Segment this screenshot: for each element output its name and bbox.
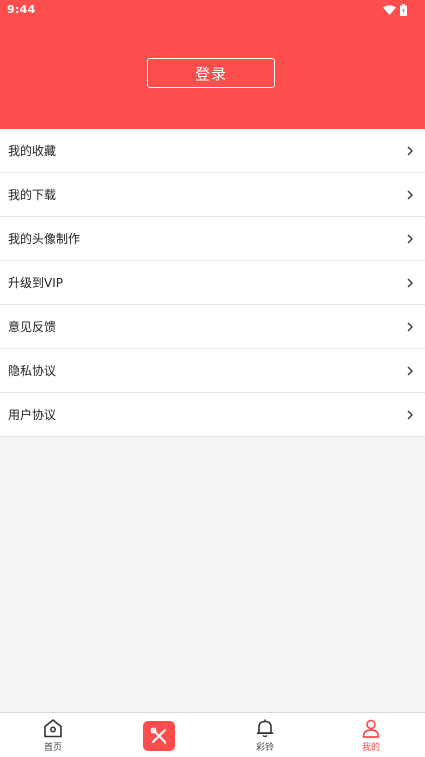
chevron-right-icon [403,320,417,334]
menu-item-label: 我的收藏 [8,144,57,158]
tab-label: 首页 [43,743,62,753]
menu-item-avatar-creation[interactable]: 我的头像制作 [0,217,425,261]
menu-item-privacy-policy[interactable]: 隐私协议 [0,349,425,393]
wifi-icon [383,4,396,15]
chevron-right-icon [403,188,417,202]
tab-label: 我的 [361,743,380,753]
menu-item-label: 我的头像制作 [8,232,81,246]
tab-home[interactable]: 首页 [0,713,106,757]
menu-item-user-agreement[interactable]: 用户协议 [0,393,425,437]
battery-icon [400,3,407,16]
menu-item-downloads[interactable]: 我的下载 [0,173,425,217]
profile-menu: 我的收藏 我的下载 我的头像制作 升级到VIP 意见反馈 隐私协议 用户协议 [0,129,425,437]
tab-mine[interactable]: 我的 [318,713,424,757]
menu-item-label: 意见反馈 [8,320,57,334]
status-bar: 9:44 [0,0,425,20]
bottom-tab-bar: 首页 彩铃 我的 [0,712,425,757]
menu-item-label: 隐私协议 [8,364,57,378]
chevron-right-icon [403,408,417,422]
menu-item-label: 升级到VIP [8,276,63,290]
bell-icon [256,719,274,738]
profile-header: 9:44 登录 [0,0,425,129]
user-icon [362,719,380,738]
chevron-right-icon [403,276,417,290]
menu-item-label: 用户协议 [8,408,57,422]
status-time: 9:44 [7,3,36,16]
login-button[interactable]: 登录 [147,58,275,88]
menu-item-upgrade-vip[interactable]: 升级到VIP [0,261,425,305]
menu-item-favorites[interactable]: 我的收藏 [0,129,425,173]
home-icon [44,719,62,738]
status-icons [383,3,407,16]
chevron-right-icon [403,364,417,378]
chevron-right-icon [403,232,417,246]
menu-item-label: 我的下载 [8,188,57,202]
chevron-right-icon [403,144,417,158]
tools-icon [150,727,167,744]
tools-button[interactable] [143,721,175,751]
tab-label: 彩铃 [255,743,274,753]
menu-item-feedback[interactable]: 意见反馈 [0,305,425,349]
tab-ringtones[interactable]: 彩铃 [212,713,318,757]
